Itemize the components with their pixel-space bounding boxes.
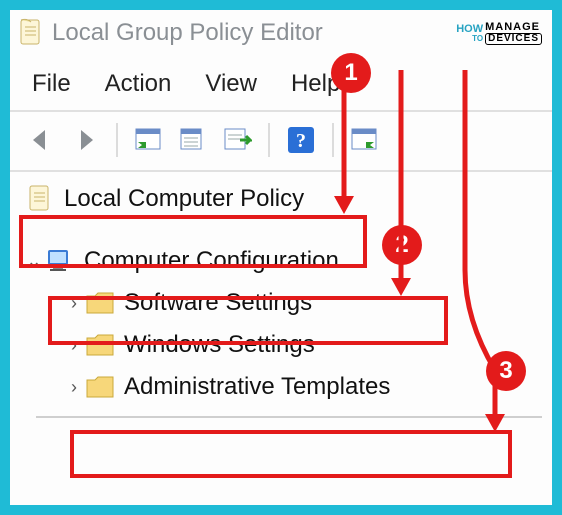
folder-icon <box>84 288 116 318</box>
tree-root-local-computer-policy[interactable]: Local Computer Policy <box>18 178 552 220</box>
tree-node-label: Software Settings <box>124 289 312 317</box>
tree-node-software-settings[interactable]: › Software Settings <box>18 282 552 324</box>
menu-file[interactable]: File <box>32 70 71 98</box>
tree-node-computer-configuration[interactable]: ⌄ Computer Configuration <box>18 240 552 282</box>
tree-node-windows-settings[interactable]: › Windows Settings <box>18 324 552 366</box>
tree-node-label: Windows Settings <box>124 331 315 359</box>
computer-icon <box>44 246 76 276</box>
expander-icon[interactable]: › <box>64 293 84 314</box>
folder-icon <box>84 330 116 360</box>
expander-icon[interactable]: › <box>64 335 84 356</box>
expander-icon[interactable]: ⌄ <box>24 251 44 272</box>
app-icon <box>18 18 44 48</box>
titlebar: Local Group Policy Editor HOW TO MANAGE … <box>10 10 552 54</box>
policy-icon <box>24 184 56 214</box>
menu-help[interactable]: Help <box>291 70 340 98</box>
toolbar: ? <box>10 112 552 168</box>
tree-node-administrative-templates[interactable]: › Administrative Templates <box>18 366 552 408</box>
tree-node-label: Administrative Templates <box>124 373 390 401</box>
branding-logo: HOW TO MANAGE DEVICES <box>456 22 542 45</box>
help-button[interactable]: ? <box>282 121 320 159</box>
annotation-box-3 <box>70 430 512 478</box>
expander-icon[interactable]: › <box>64 377 84 398</box>
tree-toggle-button[interactable] <box>130 121 168 159</box>
back-button[interactable] <box>22 121 60 159</box>
export-button[interactable] <box>174 121 212 159</box>
menu-bar: File Action View Help <box>10 54 552 108</box>
menu-action[interactable]: Action <box>105 70 172 98</box>
tree-root-label: Local Computer Policy <box>64 185 304 213</box>
forward-button[interactable] <box>66 121 104 159</box>
svg-text:?: ? <box>296 130 306 152</box>
nav-tree: Local Computer Policy ⌄ Computer Configu… <box>10 172 552 418</box>
menu-view[interactable]: View <box>205 70 257 98</box>
window-title: Local Group Policy Editor <box>52 19 323 47</box>
folder-icon <box>84 372 116 402</box>
action-pane-button[interactable] <box>346 121 384 159</box>
tree-node-label: Computer Configuration <box>84 247 339 275</box>
properties-button[interactable] <box>218 121 256 159</box>
